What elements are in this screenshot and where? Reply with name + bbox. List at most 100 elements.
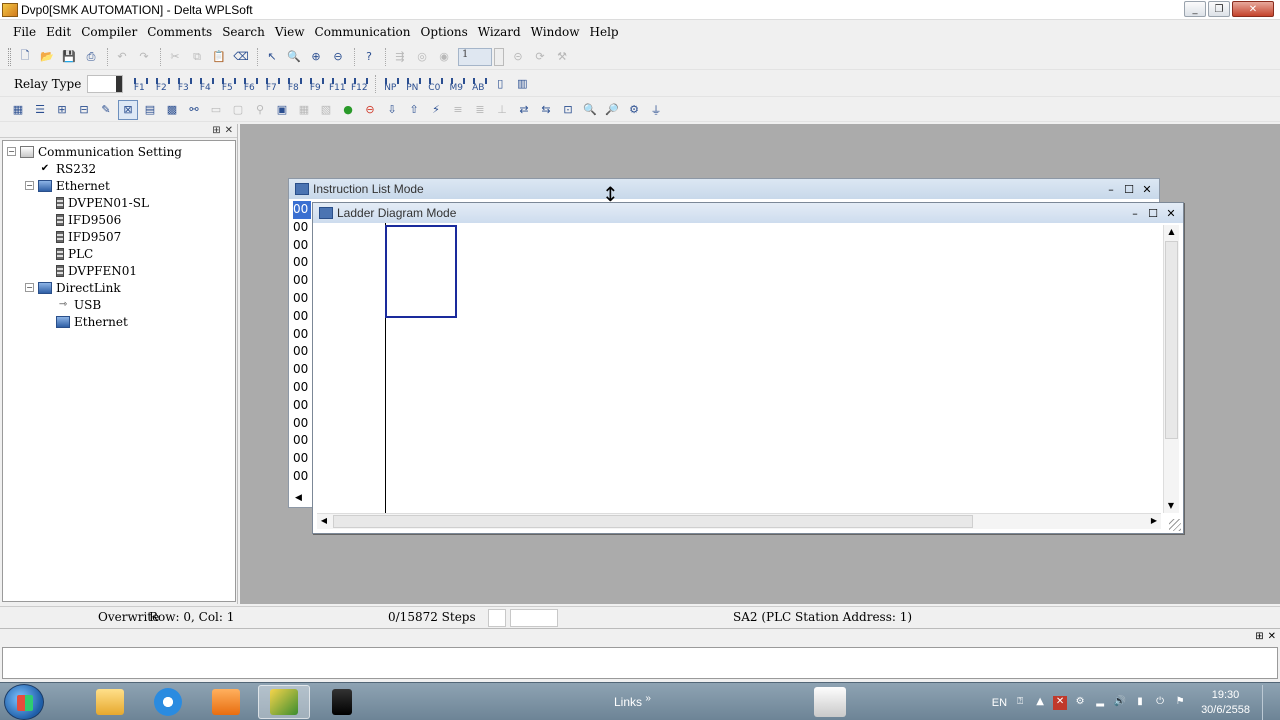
system-block-icon[interactable]: ⊡ xyxy=(558,100,578,120)
power-icon[interactable]: ⏻ xyxy=(1153,696,1167,710)
settings-plc-icon[interactable]: ⚙ xyxy=(624,100,644,120)
pin-icon[interactable]: ⊞ xyxy=(1255,631,1263,642)
resize-grip-icon[interactable] xyxy=(1169,519,1181,531)
links-chevron[interactable]: » xyxy=(645,693,651,704)
edit-mode-icon[interactable]: ✎ xyxy=(96,100,116,120)
ladder-diagram-window[interactable]: Ladder Diagram Mode – ☐ ✕ ▲ ▼ ◀ ▶ xyxy=(312,202,1184,534)
f8-contact-button[interactable]: F8 xyxy=(283,75,303,93)
pin-icon[interactable]: ⚲ xyxy=(250,100,270,120)
f1-contact-button[interactable]: F1 xyxy=(129,75,149,93)
stop-icon[interactable]: ◉ xyxy=(434,47,454,67)
output-area[interactable] xyxy=(2,647,1278,679)
minimize-icon[interactable]: – xyxy=(1127,206,1143,220)
volume-icon[interactable]: 🔊 xyxy=(1113,696,1127,710)
copy-icon[interactable]: ⧉ xyxy=(187,47,207,67)
eraser-icon[interactable]: ⌫ xyxy=(231,47,251,67)
horizontal-scroll-thumb[interactable] xyxy=(333,515,973,528)
instruction-line-number[interactable]: 00 xyxy=(293,397,313,415)
ab-contact-button[interactable]: AB xyxy=(468,75,488,93)
run-icon[interactable]: ⊝ xyxy=(508,47,528,67)
menu-search[interactable]: Search xyxy=(218,25,271,39)
note-icon[interactable]: ▢ xyxy=(228,100,248,120)
action-center-flag-icon[interactable]: ⚑ xyxy=(1173,696,1187,710)
force-icon[interactable]: ⊥ xyxy=(492,100,512,120)
monitor-start-icon[interactable]: ≡ xyxy=(448,100,468,120)
tree-item[interactable]: ⇾ USB xyxy=(3,296,235,313)
instruction-view-icon[interactable]: ☰ xyxy=(30,100,50,120)
instruction-line-number[interactable]: 00 xyxy=(293,450,313,468)
f11-contact-button[interactable]: F11 xyxy=(327,75,347,93)
refresh-icon[interactable]: ⟳ xyxy=(530,47,550,67)
instruction-line-number[interactable]: 00 xyxy=(293,343,313,361)
tree-item[interactable]: − Ethernet xyxy=(3,177,235,194)
maximize-icon[interactable]: ☐ xyxy=(1145,206,1161,220)
instruction-line-number[interactable]: 00 xyxy=(293,415,313,433)
instruction-line-number[interactable]: 00 xyxy=(293,361,313,379)
instruction-line-number[interactable]: 00 xyxy=(293,254,313,272)
menu-comments[interactable]: Comments xyxy=(143,25,218,39)
memory-icon[interactable]: ▩ xyxy=(162,100,182,120)
step-input[interactable]: 1 xyxy=(458,47,492,66)
tray-expand-icon[interactable]: ▲ xyxy=(1033,696,1047,710)
scroll-left-icon[interactable]: ◀ xyxy=(317,514,331,528)
device-list-icon[interactable]: ⊟ xyxy=(74,100,94,120)
f6-contact-button[interactable]: F6 xyxy=(239,75,259,93)
find-icon[interactable]: 🔍 xyxy=(284,47,304,67)
close-icon[interactable]: ✕ xyxy=(1268,631,1276,642)
c0-contact-button[interactable]: C0 xyxy=(424,75,444,93)
help-icon[interactable]: ? xyxy=(359,47,379,67)
close-icon[interactable]: ✕ xyxy=(1139,182,1155,196)
monitor-stop-icon[interactable]: ≣ xyxy=(470,100,490,120)
links-toolbar[interactable]: Links » xyxy=(614,693,651,709)
taskbar-wplsoft[interactable] xyxy=(258,684,310,719)
tree-item[interactable]: Ethernet xyxy=(3,313,235,330)
workspace-toggle-icon[interactable]: ⊠ xyxy=(118,99,138,120)
menu-communication[interactable]: Communication xyxy=(311,25,417,39)
zoom-in-icon[interactable]: ⊕ xyxy=(306,47,326,67)
sfc-view-icon[interactable]: ⊞ xyxy=(52,100,72,120)
f3-contact-button[interactable]: F3 xyxy=(173,75,193,93)
ladder-view-icon[interactable]: ▦ xyxy=(8,100,28,120)
monitor-icon[interactable]: ◎ xyxy=(412,47,432,67)
register-icon[interactable]: ▧ xyxy=(316,100,336,120)
security-icon[interactable]: ⚙ xyxy=(1073,696,1087,710)
compile-icon[interactable]: ⇶ xyxy=(390,47,410,67)
pen-input-icon[interactable] xyxy=(814,687,846,717)
minimize-button[interactable]: _ xyxy=(1184,1,1206,17)
menu-edit[interactable]: Edit xyxy=(42,25,77,39)
instruction-line-number[interactable]: 00 xyxy=(293,326,313,344)
tree-item[interactable]: IFD9507 xyxy=(3,228,235,245)
tree-item[interactable]: IFD9506 xyxy=(3,211,235,228)
instruction-line-number[interactable]: 00 xyxy=(293,201,311,219)
menu-window[interactable]: Window xyxy=(527,25,586,39)
instruction-line-number[interactable]: 00 xyxy=(293,272,313,290)
close-icon[interactable]: ✕ xyxy=(225,125,233,136)
read-plc-icon[interactable]: ⇩ xyxy=(382,100,402,120)
ladder-canvas[interactable] xyxy=(313,223,1161,513)
ladder-cell-cursor[interactable] xyxy=(385,225,457,318)
collapse-icon[interactable]: − xyxy=(7,147,16,156)
link-icon[interactable]: ⚯ xyxy=(184,100,204,120)
menu-wizard[interactable]: Wizard xyxy=(474,25,527,39)
function-block-icon[interactable]: ▥ xyxy=(512,74,532,94)
save-icon[interactable]: 💾 xyxy=(59,47,79,67)
f4-contact-button[interactable]: F4 xyxy=(195,75,215,93)
redo-icon[interactable]: ↷ xyxy=(134,47,154,67)
search-plc-icon[interactable]: 🔎 xyxy=(602,100,622,120)
stop-plc-icon[interactable]: ⊖ xyxy=(360,100,380,120)
clock[interactable]: 19:30 30/6/2558 xyxy=(1201,688,1250,718)
scroll-up-icon[interactable]: ▲ xyxy=(1164,225,1179,239)
scroll-left-icon[interactable]: ◀ xyxy=(295,493,302,503)
taskbar-camera-app[interactable] xyxy=(316,685,368,719)
battery-icon[interactable]: ▮ xyxy=(1133,696,1147,710)
f2-contact-button[interactable]: F2 xyxy=(151,75,171,93)
instruction-line-number[interactable]: 00 xyxy=(293,308,313,326)
undo-icon[interactable]: ↶ xyxy=(112,47,132,67)
close-icon[interactable]: ✕ xyxy=(1163,206,1179,220)
m9-contact-button[interactable]: M9 xyxy=(446,75,466,93)
select-icon[interactable]: ↖ xyxy=(262,47,282,67)
taskbar-internet-explorer[interactable] xyxy=(142,685,194,719)
collapse-icon[interactable]: − xyxy=(25,283,34,292)
open-file-icon[interactable]: 📂 xyxy=(37,47,57,67)
minimize-icon[interactable]: – xyxy=(1103,182,1119,196)
